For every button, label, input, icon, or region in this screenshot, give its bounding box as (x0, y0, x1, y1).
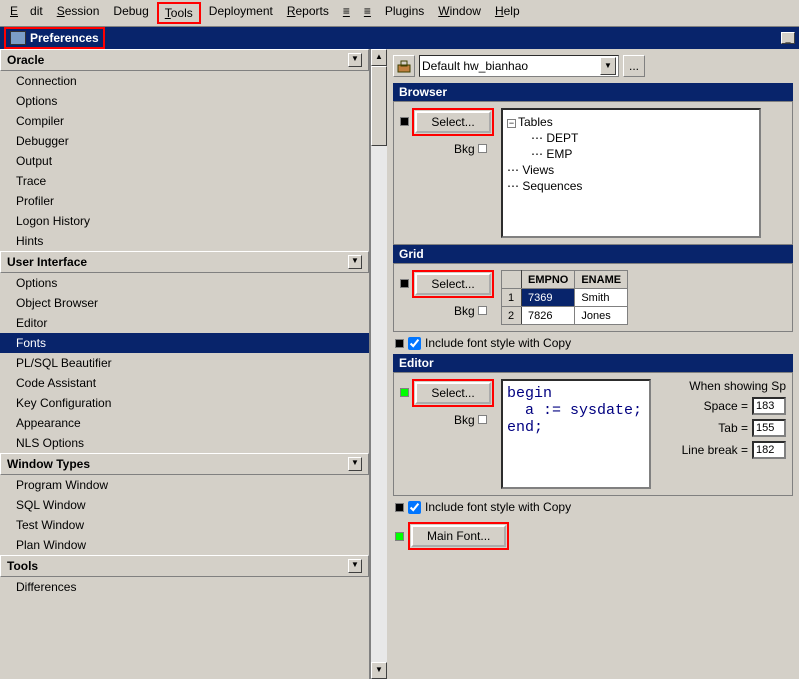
category-item[interactable]: Options (0, 91, 369, 111)
grid-select-button[interactable]: Select... (415, 273, 490, 295)
space-input[interactable] (752, 397, 786, 415)
menu-deployment[interactable]: Deployment (203, 2, 279, 24)
editor-chk-swatch (395, 503, 404, 512)
category-item[interactable]: Object Browser (0, 293, 369, 313)
category-item[interactable]: Options (0, 273, 369, 293)
chevron-down-icon[interactable]: ▼ (348, 53, 362, 67)
window-tab-bar: Preferences _ (0, 27, 799, 49)
preset-icon-button[interactable] (393, 55, 415, 77)
grid-include-checkbox[interactable] (408, 337, 421, 350)
category-header[interactable]: Oracle▼ (0, 49, 369, 71)
editor-select-button[interactable]: Select... (415, 382, 490, 404)
category-item[interactable]: Program Window (0, 475, 369, 495)
left-scrollbar[interactable]: ▲ ▼ (370, 49, 387, 679)
preferences-icon (10, 31, 26, 45)
browser-bkg-label: Bkg (454, 142, 475, 156)
chevron-down-icon[interactable]: ▼ (348, 559, 362, 573)
preferences-tab[interactable]: Preferences (4, 27, 105, 49)
browser-fg-swatch[interactable] (400, 117, 409, 126)
mainfont-swatch (395, 532, 404, 541)
menu-edit[interactable]: Edit (4, 2, 49, 24)
grid-include-label: Include font style with Copy (425, 336, 571, 350)
category-item[interactable]: Logon History (0, 211, 369, 231)
editor-showing-label: When showing Sp (682, 379, 786, 393)
editor-bkg-swatch[interactable] (478, 415, 487, 424)
tab-input[interactable] (752, 419, 786, 437)
category-item[interactable]: Compiler (0, 111, 369, 131)
category-header[interactable]: Tools▼ (0, 555, 369, 577)
category-item[interactable]: Fonts (0, 333, 369, 353)
category-item[interactable]: Trace (0, 171, 369, 191)
menubar: Edit Session Debug Tools Deployment Repo… (0, 0, 799, 27)
category-item[interactable]: PL/SQL Beautifier (0, 353, 369, 373)
editor-include-label: Include font style with Copy (425, 500, 571, 514)
grid-bkg-swatch[interactable] (478, 306, 487, 315)
category-item[interactable]: Hints (0, 231, 369, 251)
table-row: 27826Jones (502, 307, 628, 325)
category-item[interactable]: Profiler (0, 191, 369, 211)
category-item[interactable]: Output (0, 151, 369, 171)
grid-chk-swatch (395, 339, 404, 348)
category-item[interactable]: SQL Window (0, 495, 369, 515)
browser-header: Browser (393, 83, 793, 101)
menu-tools[interactable]: Tools (157, 2, 201, 24)
category-item[interactable]: Differences (0, 577, 369, 597)
browser-bkg-swatch[interactable] (478, 144, 487, 153)
chevron-down-icon[interactable]: ▼ (348, 255, 362, 269)
category-item[interactable]: Key Configuration (0, 393, 369, 413)
grid-bkg-label: Bkg (454, 304, 475, 318)
grid-fg-swatch[interactable] (400, 279, 409, 288)
menu-documents[interactable]: ≡ (358, 2, 377, 24)
browser-select-button[interactable]: Select... (415, 111, 490, 133)
main-font-button[interactable]: Main Font... (411, 525, 506, 547)
sample-grid: EMPNOENAME 17369Smith 27826Jones (501, 270, 628, 325)
preset-more-button[interactable]: ... (623, 55, 645, 77)
category-item[interactable]: Connection (0, 71, 369, 91)
menu-session[interactable]: Session (51, 2, 106, 24)
editor-fg-swatch[interactable] (400, 388, 409, 397)
preset-icon (397, 59, 411, 73)
linebreak-input[interactable] (752, 441, 786, 459)
editor-sample-code: begin a := sysdate; end; (501, 379, 651, 489)
editor-include-checkbox[interactable] (408, 501, 421, 514)
scroll-track[interactable] (371, 146, 387, 662)
category-item[interactable]: NLS Options (0, 433, 369, 453)
scroll-up-icon[interactable]: ▲ (371, 49, 387, 66)
category-header[interactable]: User Interface▼ (0, 251, 369, 273)
chevron-down-icon[interactable]: ▼ (600, 57, 616, 75)
category-item[interactable]: Plan Window (0, 535, 369, 555)
category-item[interactable]: Editor (0, 313, 369, 333)
category-item[interactable]: Code Assistant (0, 373, 369, 393)
browser-tree[interactable]: −Tables ⋯ DEPT ⋯ EMP ⋯ Views ⋯ Sequences (501, 108, 761, 238)
menu-reports[interactable]: Reports (281, 2, 335, 24)
editor-header: Editor (393, 354, 793, 372)
grid-header: Grid (393, 245, 793, 263)
menu-macro[interactable]: ≡ (337, 2, 356, 24)
preset-combo[interactable]: Default hw_bianhao ▼ (419, 55, 619, 77)
category-header[interactable]: Window Types▼ (0, 453, 369, 475)
chevron-down-icon[interactable]: ▼ (348, 457, 362, 471)
preferences-tab-label: Preferences (30, 31, 99, 45)
menu-window[interactable]: Window (432, 2, 487, 24)
table-row: 17369Smith (502, 289, 628, 307)
preset-combo-value: Default hw_bianhao (422, 59, 528, 73)
category-item[interactable]: Test Window (0, 515, 369, 535)
editor-bkg-label: Bkg (454, 413, 475, 427)
menu-debug[interactable]: Debug (107, 2, 154, 24)
scroll-down-icon[interactable]: ▼ (371, 662, 387, 679)
minimize-button[interactable]: _ (781, 32, 795, 44)
menu-plugins[interactable]: Plugins (379, 2, 430, 24)
scroll-thumb[interactable] (371, 66, 387, 146)
category-tree: Oracle▼ConnectionOptionsCompilerDebugger… (0, 49, 370, 679)
category-item[interactable]: Debugger (0, 131, 369, 151)
category-item[interactable]: Appearance (0, 413, 369, 433)
menu-help[interactable]: Help (489, 2, 526, 24)
tree-collapse-icon[interactable]: − (507, 119, 516, 128)
